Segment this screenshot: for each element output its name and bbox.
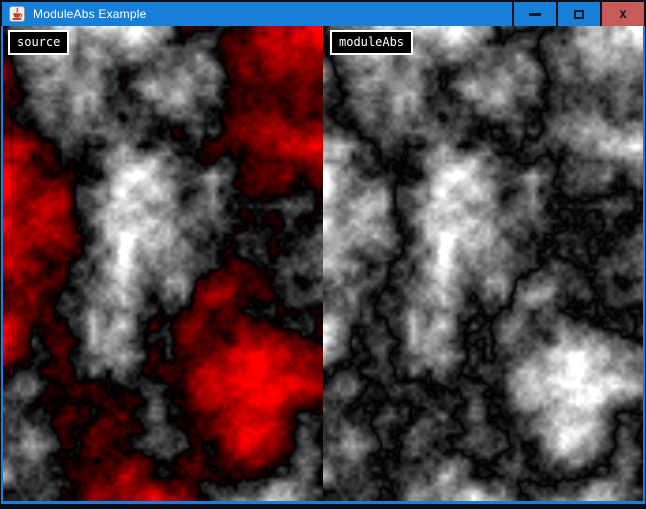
window-title: ModuleAbs Example bbox=[33, 7, 146, 21]
maximize-button[interactable] bbox=[556, 2, 600, 26]
moduleabs-label: moduleAbs bbox=[330, 30, 413, 55]
close-icon: x bbox=[619, 8, 627, 21]
window-border-left bbox=[1, 26, 3, 501]
window-border-bottom bbox=[1, 501, 645, 504]
titlebar[interactable]: ModuleAbs Example x bbox=[2, 2, 644, 26]
moduleabs-render-canvas bbox=[323, 26, 643, 501]
window-border-right bbox=[643, 26, 645, 501]
render-area: source moduleAbs bbox=[3, 26, 643, 501]
source-label: source bbox=[8, 30, 69, 55]
minimize-button[interactable] bbox=[512, 2, 556, 26]
window-controls: x bbox=[512, 2, 644, 26]
java-app-icon bbox=[9, 6, 25, 22]
source-render-canvas bbox=[3, 26, 323, 501]
app-window: ModuleAbs Example x source moduleAbs bbox=[0, 0, 646, 509]
maximize-icon bbox=[574, 10, 584, 19]
minimize-icon bbox=[529, 13, 541, 16]
close-button[interactable]: x bbox=[600, 2, 644, 26]
